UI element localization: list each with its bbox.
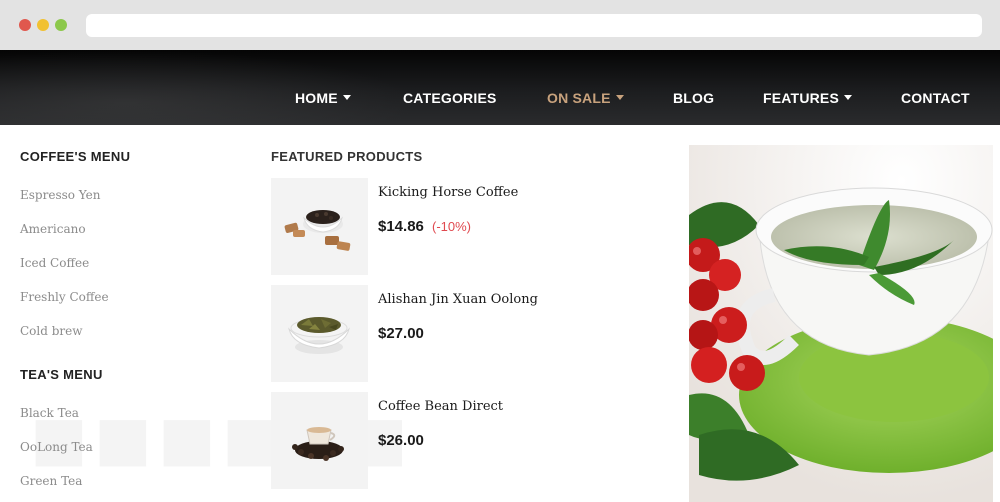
browser-chrome <box>0 0 1000 50</box>
product-discount-badge: (-10%) <box>432 219 472 234</box>
nav-on-sale-label: ON SALE <box>547 90 611 106</box>
menu-link-green-tea[interactable]: Green Tea <box>20 474 82 488</box>
coffee-menu-heading: COFFEE'S MENU <box>20 149 131 164</box>
product-name-alishan-jin-xuan-oolong[interactable]: Alishan Jin Xuan Oolong <box>378 292 538 307</box>
nav-blog-label: BLOG <box>673 90 715 106</box>
tea-menu-heading: TEA'S MENU <box>20 367 103 382</box>
product-price: $14.86 <box>378 218 424 235</box>
coffee-cup-beans-image <box>292 427 344 461</box>
nav-features[interactable]: FEATURES <box>763 90 853 110</box>
window-minimize-icon[interactable] <box>37 19 49 31</box>
menu-link-iced-coffee[interactable]: Iced Coffee <box>20 256 89 270</box>
chevron-down-icon <box>844 95 853 100</box>
nav-features-label: FEATURES <box>763 90 840 106</box>
menu-link-freshly-coffee[interactable]: Freshly Coffee <box>20 290 109 304</box>
nav-home[interactable]: HOME <box>295 90 351 110</box>
product-price: $27.00 <box>378 325 424 342</box>
product-image-coffee-bean-direct[interactable] <box>271 392 368 489</box>
window-maximize-icon[interactable] <box>55 19 67 31</box>
chevron-down-icon <box>342 95 351 100</box>
featured-products-heading: FEATURED PRODUCTS <box>271 149 423 164</box>
nav-categories-label: CATEGORIES <box>403 90 497 106</box>
main-navigation: HOME CATEGORIES ON SALE BLOG FEATURES CO… <box>0 50 1000 125</box>
nav-contact-label: CONTACT <box>901 90 970 106</box>
menu-link-americano[interactable]: Americano <box>20 222 86 236</box>
chevron-down-icon <box>615 95 624 100</box>
address-bar[interactable] <box>86 14 982 37</box>
product-name-coffee-bean-direct[interactable]: Coffee Bean Direct <box>378 399 503 414</box>
coffee-beans-bowl-image <box>284 210 351 251</box>
menu-link-cold-brew[interactable]: Cold brew <box>20 324 83 338</box>
nav-blog[interactable]: BLOG <box>673 90 714 110</box>
tea-leaves-bowl-image <box>288 317 350 354</box>
product-price: $26.00 <box>378 432 424 449</box>
menu-link-oolong-tea[interactable]: OoLong Tea <box>20 440 93 454</box>
nav-on-sale[interactable]: ON SALE <box>547 90 624 110</box>
nav-home-label: HOME <box>295 90 338 106</box>
menu-link-espresso-yen[interactable]: Espresso Yen <box>20 188 101 202</box>
window-close-icon[interactable] <box>19 19 31 31</box>
menu-link-black-tea[interactable]: Black Tea <box>20 406 79 420</box>
nav-contact[interactable]: CONTACT <box>901 90 970 110</box>
promo-tea-cup-image[interactable] <box>689 145 993 502</box>
product-name-kicking-horse-coffee[interactable]: Kicking Horse Coffee <box>378 185 518 200</box>
nav-categories[interactable]: CATEGORIES <box>403 90 497 110</box>
tea-cup-illustration <box>689 145 993 502</box>
product-image-alishan-jin-xuan-oolong[interactable] <box>271 285 368 382</box>
product-image-kicking-horse-coffee[interactable] <box>271 178 368 275</box>
